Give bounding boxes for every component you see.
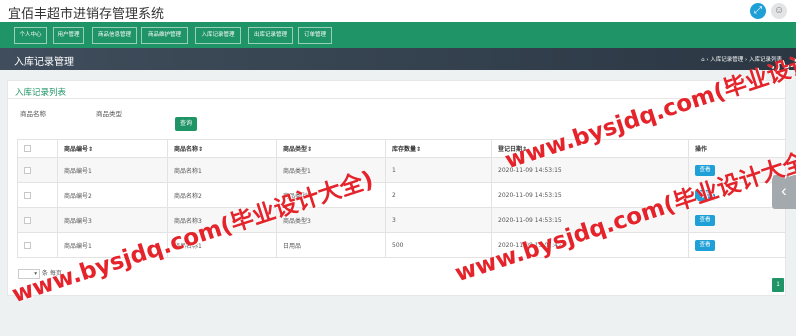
cell-type: 日用品 bbox=[276, 232, 386, 258]
row-checkbox[interactable] bbox=[24, 191, 31, 199]
page-size-select[interactable]: ▾ bbox=[18, 268, 40, 279]
user-icon[interactable]: ☺ bbox=[771, 3, 787, 19]
page-button-current[interactable]: 1 bbox=[772, 278, 784, 292]
cell-date: 2020-11-08 15:04:47 bbox=[491, 232, 689, 258]
column-header-type[interactable]: 商品类型⇕ bbox=[276, 139, 386, 158]
cell-name: 商品名称1 bbox=[167, 157, 277, 183]
search-button[interactable]: 查询 bbox=[175, 117, 197, 131]
table-row: 商品编号3 商品名称3 商品类型3 3 2020-11-09 14:53:15 … bbox=[17, 207, 786, 233]
nav-item-orders[interactable]: 订单管理 bbox=[298, 27, 332, 44]
nav-item-personal-center[interactable]: 个人中心 bbox=[14, 27, 47, 44]
breadcrumb: ⌂ › 入库记录管理 › 入库记录列表 bbox=[701, 55, 782, 63]
row-checkbox[interactable] bbox=[24, 241, 31, 249]
cell-code: 商品编号1 bbox=[57, 157, 168, 183]
nav-item-product-maintenance[interactable]: 商品维护管理 bbox=[141, 27, 188, 44]
cell-date: 2020-11-09 14:53:15 bbox=[491, 157, 689, 183]
cell-code: 商品编号3 bbox=[57, 207, 168, 233]
row-select-cell bbox=[17, 157, 58, 183]
cell-code: 商品编号2 bbox=[57, 182, 168, 208]
cell-quantity: 2 bbox=[385, 182, 492, 208]
column-header-name[interactable]: 商品名称⇕ bbox=[167, 139, 277, 158]
nav-item-outbound-records[interactable]: 出库记录管理 bbox=[248, 27, 293, 44]
column-header-label: 商品类型 bbox=[283, 146, 308, 153]
view-button[interactable]: 查看 bbox=[695, 214, 715, 226]
app-title: 宜佰丰超市进销存管理系统 bbox=[8, 7, 165, 22]
cell-name: 商品名称3 bbox=[167, 207, 277, 233]
cell-action: 查看 bbox=[688, 182, 786, 208]
column-header-date[interactable]: 登记日期⇕ bbox=[491, 139, 689, 158]
nav-item-inbound-records[interactable]: 入库记录管理 bbox=[195, 27, 241, 44]
cell-quantity: 3 bbox=[385, 207, 492, 233]
table-row: 商品编号2 商品名称2 商品类型2 2 2020-11-09 14:53:15 … bbox=[17, 182, 786, 208]
page-header: 入库记录管理 ⌂ › 入库记录管理 › 入库记录列表 bbox=[0, 48, 796, 70]
row-checkbox[interactable] bbox=[24, 216, 31, 224]
divider bbox=[8, 98, 785, 99]
cell-type: 商品类型1 bbox=[276, 157, 386, 183]
select-all-checkbox[interactable] bbox=[24, 145, 31, 152]
column-header-label: 库存数量 bbox=[392, 146, 417, 153]
records-panel: 入库记录列表 商品名称 商品类型 查询 商品编号⇕ 商品名称⇕ 商品类型⇕ 库存… bbox=[7, 80, 786, 296]
records-table: 商品编号⇕ 商品名称⇕ 商品类型⇕ 库存数量⇕ 登记日期⇕ 操作 商品编号1 商… bbox=[17, 139, 786, 258]
cell-action: 查看 bbox=[688, 157, 786, 183]
cell-action: 查看 bbox=[688, 232, 786, 258]
row-select-cell bbox=[17, 182, 58, 208]
cell-quantity: 500 bbox=[385, 232, 492, 258]
view-button[interactable]: 查看 bbox=[695, 239, 715, 251]
nav-item-user-management[interactable]: 用户管理 bbox=[53, 27, 84, 44]
column-header-label: 登记日期 bbox=[498, 146, 523, 153]
view-button[interactable]: 查看 bbox=[695, 189, 715, 201]
cell-quantity: 1 bbox=[385, 157, 492, 183]
expand-icon[interactable]: ⤢ bbox=[750, 3, 766, 19]
column-header-code[interactable]: 商品编号⇕ bbox=[57, 139, 168, 158]
cell-action: 查看 bbox=[688, 207, 786, 233]
cell-type: 商品类型2 bbox=[276, 182, 386, 208]
home-icon[interactable]: ⌂ bbox=[701, 57, 705, 63]
cell-code: 商品编号1 bbox=[57, 232, 168, 258]
breadcrumb-item-inbound-list: › 入库记录列表 bbox=[745, 57, 782, 63]
cell-date: 2020-11-09 14:53:15 bbox=[491, 182, 689, 208]
row-select-cell bbox=[17, 207, 58, 233]
product-name-input[interactable] bbox=[20, 117, 90, 129]
column-header-label: 商品名称 bbox=[174, 146, 199, 153]
panel-title: 入库记录列表 bbox=[15, 88, 67, 98]
column-header-quantity[interactable]: 库存数量⇕ bbox=[385, 139, 492, 158]
top-bar: 宜佰丰超市进销存管理系统 ⤢ ☺ bbox=[0, 0, 796, 22]
table-row: 商品编号1 商品名称1 日用品 500 2020-11-08 15:04:47 … bbox=[17, 232, 786, 258]
page-size-control: ▾ 条 每页 bbox=[18, 268, 62, 279]
product-type-input[interactable] bbox=[96, 117, 166, 129]
page-title: 入库记录管理 bbox=[14, 57, 74, 68]
table-header-row: 商品编号⇕ 商品名称⇕ 商品类型⇕ 库存数量⇕ 登记日期⇕ 操作 bbox=[17, 139, 786, 158]
column-header-action: 操作 bbox=[688, 139, 786, 158]
cell-date: 2020-11-09 14:53:15 bbox=[491, 207, 689, 233]
cell-name: 商品名称2 bbox=[167, 182, 277, 208]
chevron-left-icon[interactable]: ‹ bbox=[772, 175, 796, 209]
nav-item-product-info[interactable]: 商品信息管理 bbox=[92, 27, 137, 44]
select-all-cell bbox=[17, 139, 58, 158]
cell-type: 商品类型3 bbox=[276, 207, 386, 233]
main-nav: 个人中心 用户管理 商品信息管理 商品维护管理 入库记录管理 出库记录管理 订单… bbox=[0, 22, 796, 48]
page-size-suffix: 条 每页 bbox=[41, 270, 62, 277]
table-row: 商品编号1 商品名称1 商品类型1 1 2020-11-09 14:53:15 … bbox=[17, 157, 786, 183]
view-button[interactable]: 查看 bbox=[695, 164, 715, 176]
row-select-cell bbox=[17, 232, 58, 258]
row-checkbox[interactable] bbox=[24, 166, 31, 174]
column-header-label: 商品编号 bbox=[64, 146, 89, 153]
breadcrumb-item-inbound-management[interactable]: › 入库记录管理 bbox=[706, 57, 743, 63]
cell-name: 商品名称1 bbox=[167, 232, 277, 258]
